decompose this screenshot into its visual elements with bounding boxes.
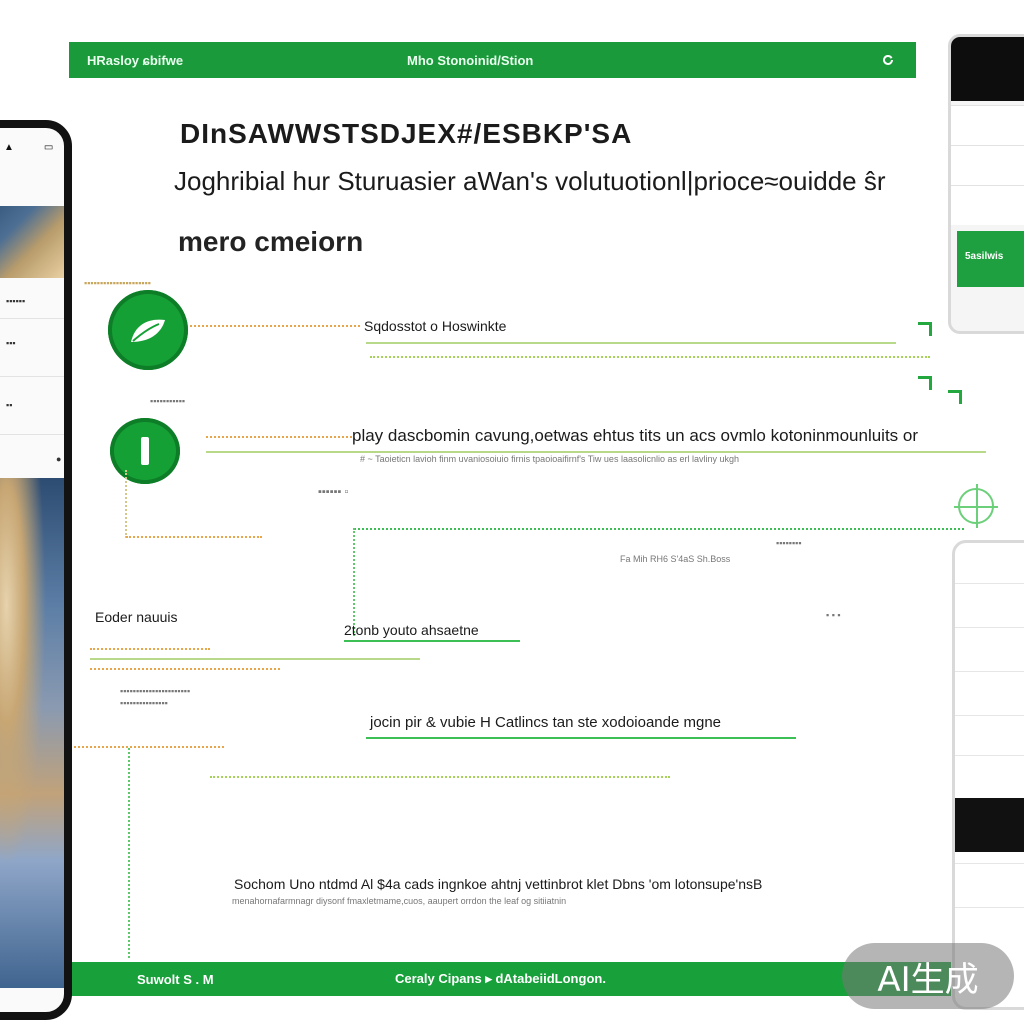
right-phone-top-mockup: 5asilwis [948, 34, 1024, 334]
connector-line [90, 658, 420, 660]
footer-line: Sochom Uno ntdmd Al $4a cads ingnkoe aht… [234, 876, 763, 892]
phone-row-text: ▪▪▪▪▪▪ [6, 296, 26, 306]
footer-sub-line: menahornafarmnagr diysonf fmaxletmame,cu… [232, 896, 567, 906]
footer-center-text: Ceraly Cipans ▸ dAtabeiidLongon. [395, 971, 606, 986]
refresh-icon[interactable] [878, 50, 898, 70]
small-dotted-label-b: ▪▪▪▪▪▪▪▪▪▪▪ [150, 396, 186, 406]
phone-list-cell[interactable] [955, 715, 1024, 759]
phone-green-button[interactable]: 5asilwis [957, 231, 1024, 287]
step-connector-icon [948, 390, 962, 404]
right-phone-bottom-mockup [952, 540, 1024, 1010]
phone-list-cell[interactable] [955, 583, 1024, 627]
connector-line [190, 325, 360, 327]
callout-second-sub: # ~ Taoieticn lavioh finm uvaniosoiuio f… [360, 454, 739, 464]
phone-divider [0, 434, 64, 435]
mid-small-label-a: ▪▪▪▪▪▪ ▫ [318, 486, 349, 498]
phone-divider [0, 318, 64, 319]
phone-header-image [0, 206, 64, 278]
callout-second-label: play dascbomin cavung,oetwas ehtus tits … [352, 426, 919, 445]
callout-first-label: Sqdosstot o Hoswinkte [364, 318, 507, 334]
phone-list-cell[interactable] [951, 185, 1024, 225]
mid-small-label-b: ▪▪▪▪▪▪▪▪ [776, 538, 802, 548]
hero-subhead: Joghribial hur Sturuasier aWan's volutuo… [174, 166, 886, 196]
phone-list-cell[interactable] [951, 145, 1024, 185]
ai-generated-watermark: AI生成 [842, 943, 1014, 1009]
mid-small-label: Fa Mih RH6 S'4aS Sh.Boss [620, 554, 731, 564]
left-phone-mockup: ▲ ▭ ▪▪▪▪▪▪ ▪▪▪ ▪▪ ● [0, 120, 72, 1020]
battery-icon: ▭ [43, 142, 54, 153]
header-center-text: Mho Stonoinid/Stion [407, 52, 534, 68]
phone-divider [0, 376, 64, 377]
small-dotted-label-c: ▪▪▪▪▪▪▪▪▪▪▪▪▪▪▪▪▪▪▪▪▪▪ [120, 686, 191, 696]
callout-bottom-label: 2tonb youto ahsaetne [344, 622, 479, 638]
top-header-bar: HRasloy ɕbifwe Mho Stonoinid/Stion [69, 42, 916, 78]
phone-list-cell[interactable] [951, 105, 1024, 145]
small-dotted-label-d: ▪▪▪▪▪▪▪▪▪▪▪▪▪▪▪ [120, 698, 168, 708]
connector-line [74, 746, 224, 748]
connector-line [353, 528, 355, 636]
caption-text: jocin pir & vubie H Catlincs tan ste xod… [370, 714, 722, 731]
hero-headline: DInSAWWSTSDJEX#/ESBKP'SA [180, 118, 633, 149]
connector-line [128, 748, 130, 958]
connector-line [370, 356, 930, 358]
phone-feature-image [0, 478, 64, 988]
connector-line [366, 737, 796, 739]
step-connector-icon [918, 322, 932, 336]
phone-row-text: ▪▪ [6, 400, 13, 410]
phone-list-cell[interactable] [955, 863, 1024, 907]
bottom-footer-bar: Suwolt S . M Ceraly Cipans ▸ dAtabeiidLo… [69, 962, 951, 996]
phone-dark-media [955, 798, 1024, 852]
crosshair-icon[interactable] [954, 484, 998, 528]
connector-line [354, 528, 964, 530]
small-dotted-label-a: ▪▪▪▪▪▪▪▪▪▪▪▪▪▪▪▪▪▪▪▪▪ [84, 278, 151, 288]
phone-dot: ● [56, 454, 62, 464]
step-connector-icon [918, 376, 932, 390]
phone-dark-header [951, 37, 1024, 101]
phone-status-bar: ▲ ▭ [4, 142, 53, 153]
header-left-text: HRasloy ɕbifwe [87, 52, 184, 68]
connector-line [206, 451, 986, 453]
info-icon[interactable] [110, 418, 180, 484]
connector-line [90, 648, 210, 650]
connector-line [90, 668, 280, 670]
footer-left-text: Suwolt S . M [137, 971, 214, 987]
connector-line [344, 640, 520, 642]
connector-line [126, 536, 262, 538]
phone-row-text: ▪▪▪ [6, 338, 16, 348]
connector-line [206, 436, 352, 438]
connector-line [366, 342, 896, 344]
connector-line [210, 776, 670, 778]
left-section-label: Eoder nauuis [95, 609, 178, 625]
signal-icon: ▲ [4, 142, 14, 153]
phone-list-cell[interactable] [955, 755, 1024, 799]
hero-micro-title: mero cmeiorn [178, 226, 364, 257]
mid-small-label-c: ▪ ▪ ▪ [826, 610, 841, 620]
phone-list-cell[interactable] [955, 627, 1024, 671]
leaf-icon[interactable] [108, 290, 188, 370]
phone-list-cell[interactable] [955, 671, 1024, 715]
connector-line [125, 470, 127, 538]
